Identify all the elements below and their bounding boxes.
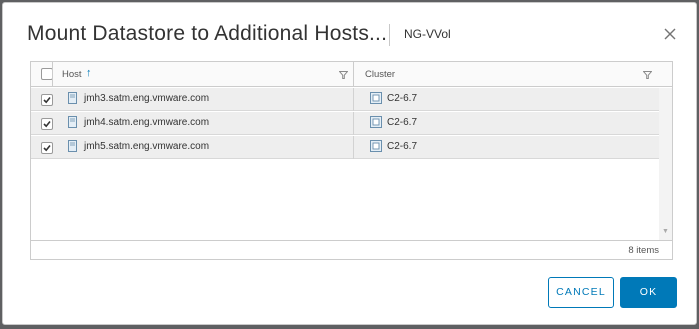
column-header-host[interactable]: Host xyxy=(62,69,82,80)
item-count: 8 items xyxy=(628,245,659,256)
host-icon xyxy=(68,116,77,128)
cancel-button[interactable]: CANCEL xyxy=(548,277,614,308)
filter-icon[interactable] xyxy=(339,71,348,79)
table-row[interactable]: jmh5.satm.eng.vmware.com C2-6.7 xyxy=(31,136,659,159)
close-button[interactable] xyxy=(661,25,679,43)
checkmark-icon xyxy=(43,144,51,152)
cluster-icon xyxy=(370,140,382,152)
cell-separator xyxy=(353,136,354,159)
cluster-name: C2-6.7 xyxy=(387,93,418,104)
dialog-title: Mount Datastore to Additional Hosts... xyxy=(27,22,388,45)
column-separator xyxy=(52,62,53,87)
host-icon xyxy=(68,140,77,152)
datastore-name: NG-VVol xyxy=(404,27,451,41)
cell-separator xyxy=(353,88,354,111)
close-icon xyxy=(664,28,676,40)
hosts-datagrid: Host ↑ Cluster jmh3.satm.eng.vmware.com xyxy=(30,61,673,260)
title-divider xyxy=(389,24,390,46)
mount-datastore-dialog: Mount Datastore to Additional Hosts... N… xyxy=(2,2,697,325)
row-checkbox[interactable] xyxy=(41,118,53,130)
cluster-icon xyxy=(370,116,382,128)
cluster-icon xyxy=(370,92,382,104)
table-row[interactable]: jmh3.satm.eng.vmware.com C2-6.7 xyxy=(31,88,659,111)
host-name: jmh5.satm.eng.vmware.com xyxy=(84,141,210,152)
checkmark-icon xyxy=(43,120,51,128)
row-checkbox[interactable] xyxy=(41,94,53,106)
grid-footer: 8 items xyxy=(31,240,672,259)
host-name: jmh3.satm.eng.vmware.com xyxy=(84,93,210,104)
row-checkbox[interactable] xyxy=(41,142,53,154)
scroll-down-arrow-icon[interactable]: ▼ xyxy=(662,228,669,235)
column-resize-handle[interactable] xyxy=(353,62,354,87)
table-row[interactable]: jmh4.satm.eng.vmware.com C2-6.7 xyxy=(31,112,659,135)
sort-ascending-icon[interactable]: ↑ xyxy=(86,68,92,79)
filter-icon[interactable] xyxy=(643,71,652,79)
host-icon xyxy=(68,92,77,104)
checkmark-icon xyxy=(43,96,51,104)
vertical-scrollbar[interactable]: ▼ xyxy=(659,88,672,240)
cluster-name: C2-6.7 xyxy=(387,141,418,152)
column-header-cluster[interactable]: Cluster xyxy=(365,69,395,80)
cluster-name: C2-6.7 xyxy=(387,117,418,128)
cell-separator xyxy=(353,112,354,135)
host-name: jmh4.satm.eng.vmware.com xyxy=(84,117,210,128)
grid-header: Host ↑ Cluster xyxy=(31,62,672,87)
ok-button[interactable]: OK xyxy=(620,277,677,308)
